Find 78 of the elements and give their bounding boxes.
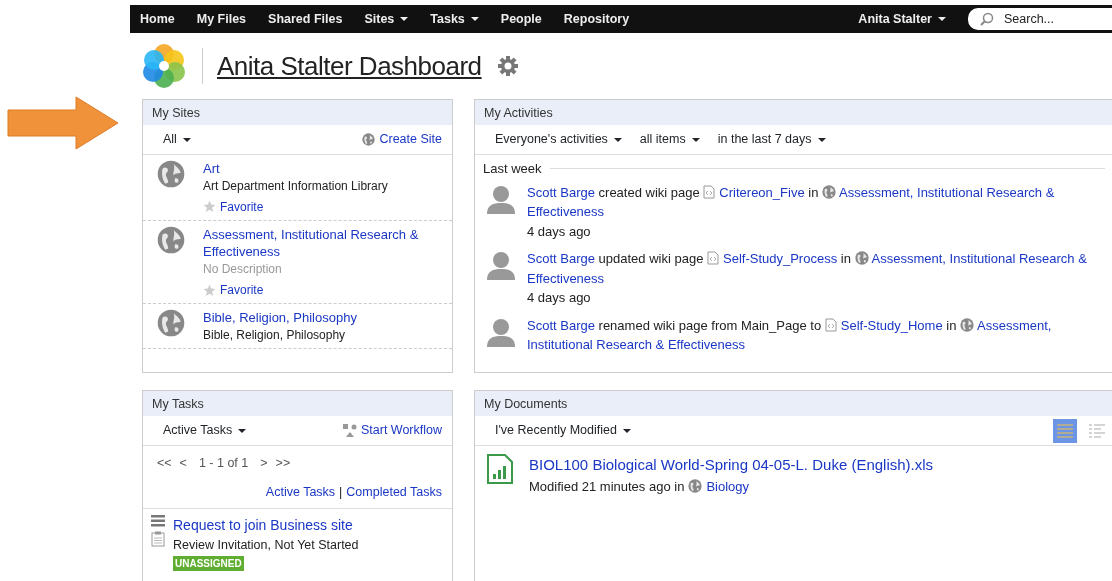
site-description: Bible, Religion, Philosophy (203, 326, 347, 344)
first-page-link[interactable]: << (157, 454, 172, 473)
clipboard-icon (151, 530, 165, 547)
group-heading: Last week (483, 160, 542, 178)
user-link[interactable]: Scott Barge (527, 184, 595, 200)
page-info: 1 - 1 of 1 (198, 455, 249, 472)
site-description: Art Department Information Library (203, 177, 388, 194)
site-name-link[interactable]: Art (203, 160, 388, 178)
nav-link[interactable]: Home (140, 9, 175, 29)
panel-title: My Activities (475, 100, 1112, 125)
site-description: No Description (203, 261, 283, 278)
avatar-icon (485, 249, 517, 281)
nav-link[interactable]: Shared Files (268, 9, 343, 29)
document-icon (824, 317, 837, 332)
star-icon (203, 283, 216, 297)
task-status: Review Invitation, Not Yet Started (173, 536, 359, 554)
search-field[interactable]: Search... (968, 8, 1112, 30)
globe-icon (854, 251, 869, 265)
activity-time: 4 days ago (527, 222, 592, 241)
workflow-icon (342, 423, 357, 438)
detailed-view-button[interactable] (1053, 418, 1077, 443)
globe-icon (822, 184, 836, 199)
user-link[interactable]: Scott Barge (527, 317, 595, 333)
filter-dropdown[interactable]: All (163, 130, 191, 149)
nav-link[interactable]: People (500, 9, 542, 29)
user-link[interactable]: Scott Barge (527, 251, 595, 266)
globe-icon (362, 133, 376, 146)
nav-link[interactable]: Repository (563, 9, 630, 29)
settings-icon[interactable] (497, 56, 518, 76)
task-filter-link[interactable]: Active Tasks (265, 482, 336, 502)
nav-link[interactable]: Tasks (430, 9, 479, 29)
nav-link[interactable]: My Files (196, 9, 247, 29)
panel-title: My Documents (475, 391, 1112, 416)
site-name-link[interactable]: Bible, Religion, Philosophy (203, 309, 357, 327)
globe-icon (157, 309, 185, 338)
favorite-link[interactable]: Favorite (203, 282, 438, 299)
user-menu[interactable]: Anita Stalter (858, 9, 946, 29)
panel-title: My Sites (143, 100, 452, 125)
filter-dropdown[interactable]: I've Recently Modified (495, 421, 631, 440)
start-workflow-link[interactable]: Start Workflow (342, 421, 442, 440)
globe-icon (157, 225, 185, 254)
search-icon (980, 12, 994, 26)
filter-dropdown[interactable]: in the last 7 days (717, 130, 826, 149)
filter-dropdown[interactable]: Active Tasks (163, 421, 247, 440)
globe-icon (960, 317, 974, 332)
create-site-link[interactable]: Create Site (362, 130, 442, 149)
site-name-link[interactable]: Assessment, Institutional Research & Effectiveness (203, 225, 438, 261)
globe-icon (688, 479, 703, 494)
last-page-link[interactable]: >> (275, 454, 291, 473)
spreadsheet-icon (487, 454, 513, 484)
activity-text: Scott Barge updated wiki page Self-Study_Process in Assessment, Institutional Research & Effectiveness (527, 250, 1088, 288)
activity-time: 4 days ago (527, 289, 592, 307)
menu-icon[interactable] (151, 514, 165, 527)
activity-text: Scott Barge created wiki page Critereon_Five in Assessment, Institutional Research & Effectiveness (527, 183, 1056, 221)
nav-link[interactable]: Sites (364, 9, 409, 29)
filter-dropdown[interactable]: all items (639, 130, 700, 149)
site-link[interactable]: Biology (706, 476, 749, 496)
page-link[interactable]: Self-Study_Home (840, 317, 943, 333)
task-filter-link[interactable]: Completed Tasks (346, 482, 442, 502)
filter-dropdown[interactable]: Everyone's activities (495, 130, 622, 149)
task-title-link[interactable]: Request to join Business site (173, 514, 359, 536)
panel-title: My Tasks (143, 391, 452, 416)
link-separator: | (339, 483, 343, 501)
modified-text: Modified 21 minutes ago in (529, 477, 685, 496)
activity-text: Scott Barge renamed wiki page from Main_Page to Self-Study_Home in Assessment, Institutional Research & Effectiveness (527, 316, 1053, 354)
status-badge: UNASSIGNED (173, 556, 244, 572)
document-icon (703, 184, 716, 199)
logo-icon (140, 42, 188, 90)
page-link[interactable]: Self-Study_Process (723, 251, 838, 266)
document-icon (707, 251, 719, 265)
star-icon (203, 200, 216, 214)
dashboard-title[interactable]: Anita Stalter Dashboard (202, 47, 482, 85)
page-link[interactable]: Critereon_Five (719, 184, 805, 200)
favorite-link[interactable]: Favorite (203, 198, 388, 215)
previous-page-link[interactable]: < (179, 454, 187, 473)
globe-icon (157, 160, 185, 188)
document-link[interactable]: BIOL100 Biological World-Spring 04-05-L. Duke (English).xls (529, 454, 934, 477)
next-page-link[interactable]: > (260, 454, 268, 473)
